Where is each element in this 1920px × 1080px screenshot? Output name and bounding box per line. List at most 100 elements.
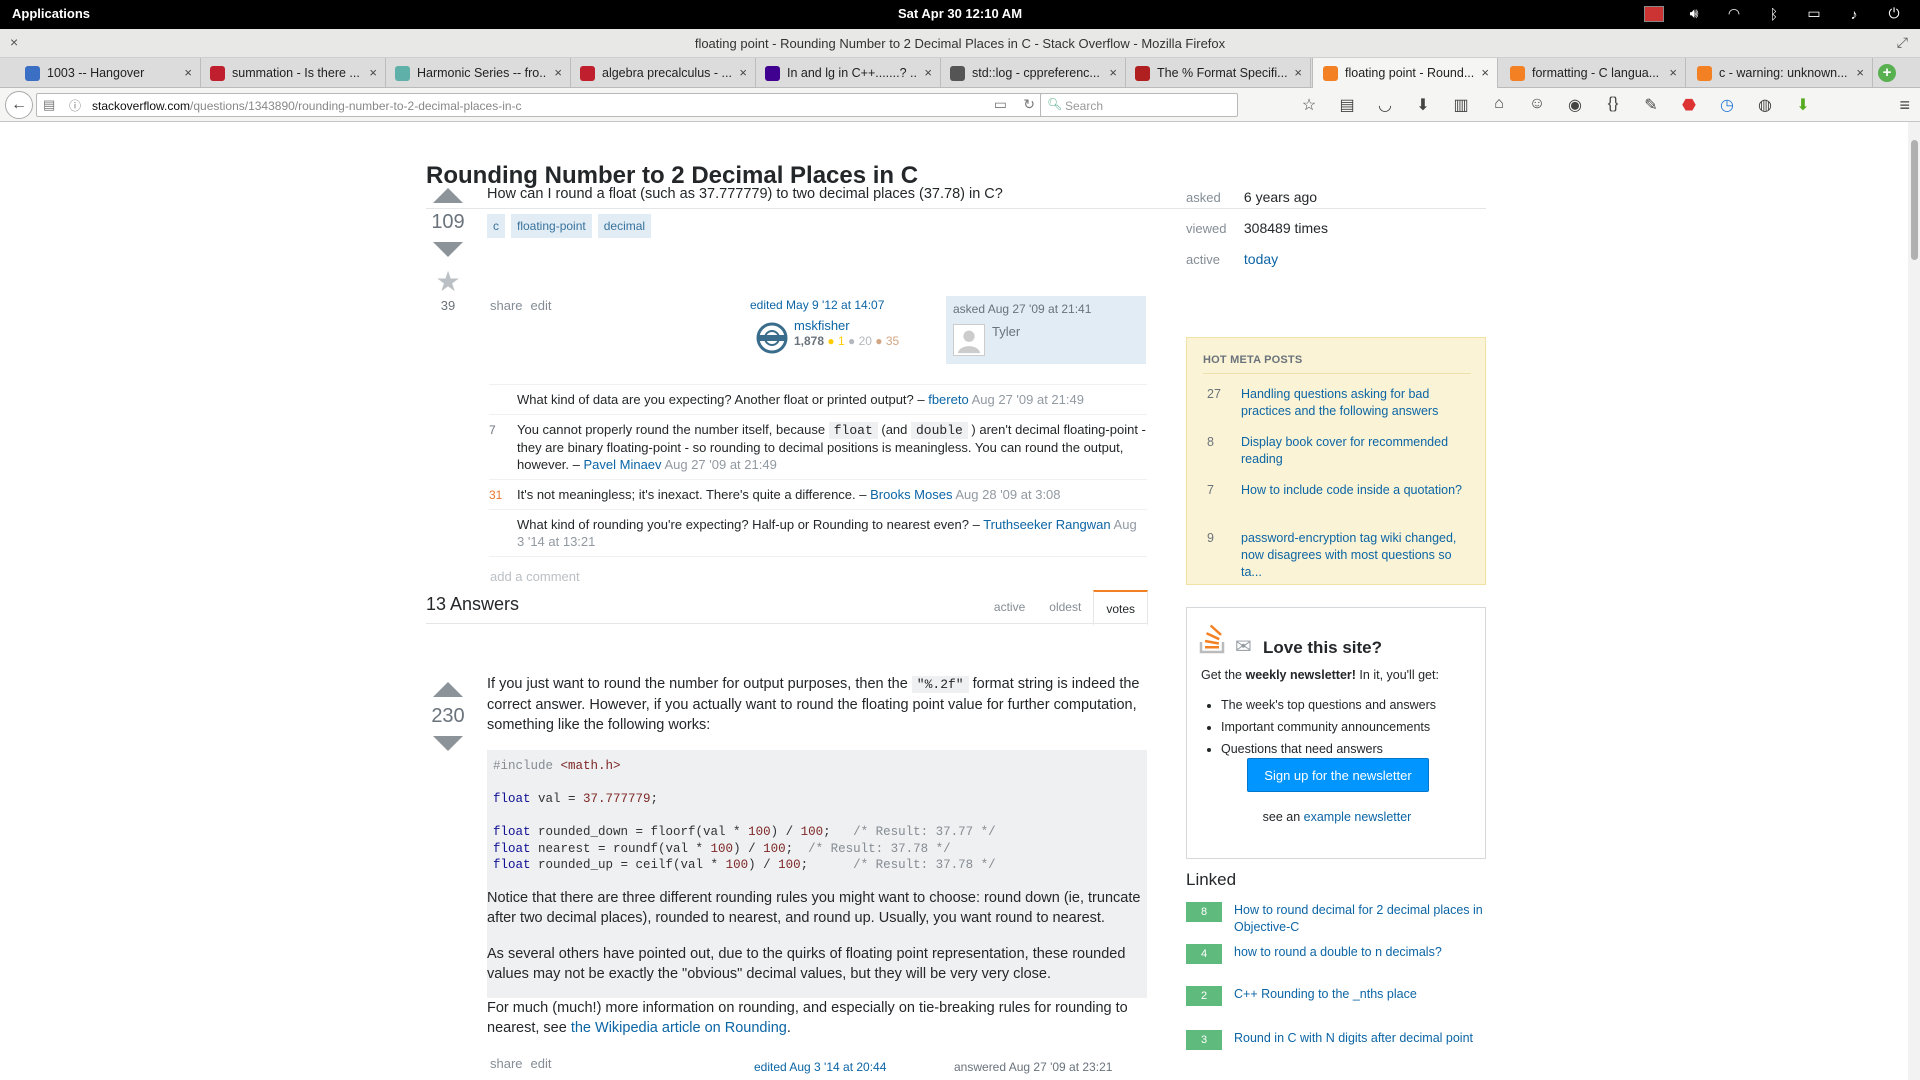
- adblock-icon[interactable]: ⬣: [1670, 95, 1708, 115]
- editor-avatar[interactable]: [756, 322, 788, 354]
- url-bar[interactable]: ▤ ⓘ stackoverflow.com/questions/1343890/…: [36, 93, 1044, 117]
- comment-date[interactable]: Aug 27 '09 at 21:49: [664, 457, 776, 472]
- download-icon[interactable]: ⬇: [1404, 95, 1442, 115]
- tab-close-icon[interactable]: ×: [1109, 65, 1117, 80]
- browser-tab[interactable]: summation - Is there ... ×: [200, 58, 386, 88]
- answer-edited-link[interactable]: edited Aug 3 '14 at 20:44: [754, 1060, 886, 1074]
- extension-blue-icon[interactable]: ◷: [1708, 95, 1746, 115]
- tab-close-icon[interactable]: ×: [739, 65, 747, 80]
- edit-link[interactable]: edit: [531, 1056, 552, 1071]
- json-viewer-icon[interactable]: {}: [1594, 95, 1632, 115]
- tab-oldest[interactable]: oldest: [1037, 590, 1093, 626]
- system-clock[interactable]: Sat Apr 30 12:10 AM: [898, 6, 1022, 21]
- favorite-star-icon[interactable]: ★: [425, 265, 471, 298]
- linked-link[interactable]: how to round a double to n decimals?: [1234, 944, 1484, 961]
- downvote-arrow-icon[interactable]: [433, 242, 463, 257]
- tab-close-icon[interactable]: ×: [1669, 65, 1677, 80]
- scrollbar-thumb[interactable]: [1911, 140, 1918, 260]
- tab-close-icon[interactable]: ×: [1294, 65, 1302, 80]
- hamburger-menu-icon[interactable]: ≡: [1899, 95, 1910, 116]
- browser-tab[interactable]: Harmonic Series -- fro... ×: [385, 58, 571, 88]
- pocket-icon[interactable]: ◡: [1366, 95, 1404, 115]
- stat-value[interactable]: today: [1244, 251, 1278, 267]
- tab-close-icon[interactable]: ×: [369, 65, 377, 80]
- extension-icon[interactable]: ✎: [1632, 95, 1670, 115]
- stat-asked: asked 6 years ago: [1186, 182, 1328, 213]
- comment-date[interactable]: Aug 28 '09 at 3:08: [955, 487, 1060, 502]
- browser-tab[interactable]: algebra precalculus - ... ×: [570, 58, 756, 88]
- wifi-icon[interactable]: ◠: [1724, 5, 1744, 22]
- green-download-icon[interactable]: ⬇: [1784, 95, 1822, 115]
- upvote-arrow-icon[interactable]: [433, 682, 463, 697]
- reload-icon[interactable]: ↻: [1023, 96, 1035, 113]
- share-link[interactable]: share: [490, 1056, 523, 1071]
- applications-menu[interactable]: Applications: [12, 6, 90, 21]
- tab-groups-icon[interactable]: ▤: [43, 97, 55, 113]
- linked-link[interactable]: Round in C with N digits after decimal p…: [1234, 1030, 1484, 1047]
- github-icon[interactable]: ◉: [1556, 95, 1594, 115]
- edit-link[interactable]: edit: [531, 298, 552, 313]
- newsletter-signup-button[interactable]: Sign up for the newsletter: [1247, 758, 1429, 792]
- app-indicator-icon[interactable]: [1644, 5, 1664, 22]
- tag-c[interactable]: c: [487, 214, 505, 238]
- editor-username[interactable]: mskfisher: [794, 318, 850, 333]
- volume-icon[interactable]: 🔊︎: [1684, 5, 1704, 22]
- downvote-arrow-icon[interactable]: [433, 736, 463, 751]
- example-newsletter-link[interactable]: example newsletter: [1304, 810, 1412, 824]
- tab-close-icon[interactable]: ×: [1481, 65, 1489, 80]
- tab-close-icon[interactable]: ×: [1856, 65, 1864, 80]
- tag-decimal[interactable]: decimal: [597, 214, 652, 238]
- tab-votes[interactable]: votes: [1093, 590, 1148, 626]
- comment-user[interactable]: fbereto: [928, 392, 968, 407]
- comment-user[interactable]: Pavel Minaev: [584, 457, 662, 472]
- url-text[interactable]: stackoverflow.com/questions/1343890/roun…: [92, 99, 522, 113]
- browser-tab[interactable]: In and lg in C++.......? ... ×: [755, 58, 941, 88]
- reader-view-icon[interactable]: ▭: [994, 96, 1007, 113]
- edited-date-link[interactable]: edited May 9 '12 at 14:07: [750, 298, 940, 312]
- add-comment-link[interactable]: add a comment: [490, 569, 580, 584]
- notification-bell-icon[interactable]: ♪: [1844, 6, 1864, 22]
- search-bar[interactable]: 🔍︎ Search: [1040, 93, 1238, 117]
- wikipedia-rounding-link[interactable]: the Wikipedia article on Rounding: [571, 1020, 787, 1036]
- home-icon[interactable]: ⌂: [1480, 95, 1518, 115]
- browser-tab[interactable]: 1003 -- Hangover ×: [15, 58, 201, 88]
- bluetooth-icon[interactable]: ᛒ: [1764, 6, 1784, 22]
- browser-tab[interactable]: c - warning: unknown... ×: [1687, 58, 1873, 88]
- share-link[interactable]: share: [490, 298, 523, 313]
- battery-icon[interactable]: ▭: [1804, 5, 1824, 22]
- meta-post-link[interactable]: Display book cover for recommended readi…: [1241, 434, 1473, 468]
- ghostery-icon[interactable]: ◍: [1746, 95, 1784, 115]
- browser-tab[interactable]: The % Format Specifi... ×: [1125, 58, 1311, 88]
- search-engine-icon[interactable]: 🔍︎: [1047, 97, 1062, 111]
- browser-tab[interactable]: formatting - C langua... ×: [1500, 58, 1686, 88]
- back-button[interactable]: ←: [5, 91, 33, 119]
- window-restore-icon[interactable]: ⤢: [1897, 34, 1908, 51]
- comment-date[interactable]: Aug 27 '09 at 21:49: [972, 392, 1084, 407]
- code-token: 100: [800, 825, 824, 839]
- tab-close-icon[interactable]: ×: [554, 65, 562, 80]
- upvote-arrow-icon[interactable]: [433, 188, 463, 203]
- meta-post-link[interactable]: How to include code inside a quotation?: [1241, 482, 1473, 499]
- linked-link[interactable]: How to round decimal for 2 decimal place…: [1234, 902, 1484, 936]
- page-scrollbar[interactable]: [1908, 122, 1920, 1080]
- meta-post-link[interactable]: password-encryption tag wiki changed, no…: [1241, 530, 1473, 581]
- site-info-icon[interactable]: ⓘ: [69, 97, 81, 114]
- tab-close-icon[interactable]: ×: [184, 65, 192, 80]
- owner-username[interactable]: Tyler: [992, 324, 1020, 339]
- bookmark-star-icon[interactable]: ☆: [1290, 95, 1328, 115]
- bookmarks-list-icon[interactable]: ▤: [1328, 95, 1366, 115]
- tag-floating-point[interactable]: floating-point: [511, 214, 592, 238]
- power-icon[interactable]: ⏻: [1884, 5, 1904, 22]
- comment-user[interactable]: Brooks Moses: [870, 487, 952, 502]
- linked-link[interactable]: C++ Rounding to the _nths place: [1234, 986, 1484, 1003]
- browser-tab[interactable]: std::log - cppreferenc... ×: [940, 58, 1126, 88]
- browser-tab[interactable]: floating point - Round... ×: [1312, 58, 1498, 88]
- tab-active[interactable]: active: [982, 590, 1037, 626]
- tab-close-icon[interactable]: ×: [924, 65, 932, 80]
- new-tab-button[interactable]: +: [1878, 64, 1896, 82]
- chat-icon[interactable]: ☺: [1518, 95, 1556, 115]
- comment-user[interactable]: Truthseeker Rangwan: [983, 517, 1110, 532]
- owner-avatar[interactable]: [953, 324, 985, 356]
- meta-post-link[interactable]: Handling questions asking for bad practi…: [1241, 386, 1473, 420]
- sidebar-icon[interactable]: ▥: [1442, 95, 1480, 115]
